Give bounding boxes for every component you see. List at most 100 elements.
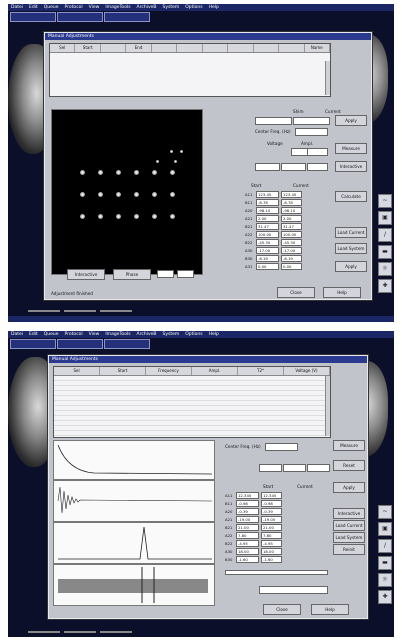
tool-icon[interactable]: ~ (378, 505, 392, 519)
column-header[interactable]: Frequency (146, 367, 192, 375)
parameter-current-value[interactable]: 100.00 (281, 231, 302, 238)
apply-shim-button[interactable]: Apply (335, 261, 367, 272)
range-field[interactable] (259, 464, 282, 472)
freq-field[interactable] (295, 128, 328, 136)
column-header[interactable]: Start (100, 367, 146, 375)
column-header[interactable] (152, 44, 178, 52)
tool-icon[interactable]: ~ (378, 194, 392, 208)
close-button[interactable]: Close (277, 287, 315, 298)
segment-tab[interactable] (57, 12, 103, 22)
menu-item[interactable]: View (89, 332, 100, 337)
menu-item[interactable]: ImageTools (105, 332, 130, 337)
parameter-current-value[interactable]: 0.00 (281, 263, 302, 270)
column-header[interactable]: End (126, 44, 152, 52)
apply-button[interactable]: Apply (333, 482, 365, 493)
load-system-button[interactable]: Load System (335, 243, 367, 254)
table-row[interactable] (54, 431, 330, 436)
column-header[interactable]: Sel (54, 367, 100, 375)
tool-icon[interactable]: ▣ (378, 522, 392, 536)
parameter-start-value[interactable]: 31.47 (256, 223, 279, 230)
parameter-start-value[interactable]: 100.00 (256, 231, 279, 238)
parameter-start-value[interactable]: -0.98 (236, 500, 259, 507)
slider-track[interactable] (225, 570, 328, 575)
parameter-start-value[interactable]: 21.00 (236, 524, 259, 531)
parameter-current-value[interactable]: 18.00 (261, 548, 282, 555)
close-button[interactable]: Close (263, 604, 301, 615)
menu-item[interactable]: Edit (29, 5, 38, 10)
menu-item[interactable]: Datei (11, 332, 23, 337)
menu-item[interactable]: View (89, 5, 100, 10)
voltage-field[interactable] (291, 148, 308, 156)
slice-field[interactable] (157, 270, 174, 278)
parameter-start-value[interactable]: -6.78 (256, 199, 279, 206)
tool-icon[interactable]: ▣ (378, 211, 392, 225)
interactive-view-button[interactable]: Interactive (67, 269, 105, 280)
menu-item[interactable]: Edit (29, 332, 38, 337)
parameter-start-value[interactable]: -6.19 (256, 255, 279, 262)
ampl-field[interactable] (307, 148, 328, 156)
taskbar-button[interactable] (28, 310, 60, 312)
table-scrollbar[interactable] (325, 61, 330, 95)
parameter-current-value[interactable]: -98.10 (281, 207, 302, 214)
parameter-current-value[interactable]: 12.345 (261, 492, 282, 499)
menu-item[interactable]: ArchiveB (137, 332, 157, 337)
parameter-current-value[interactable]: -0.39 (261, 508, 282, 515)
segment-tab[interactable] (10, 339, 56, 349)
tool-icon[interactable]: ▬ (378, 556, 392, 570)
column-header[interactable]: Voltage (V) (284, 367, 330, 375)
parameter-start-value[interactable]: 12.345 (236, 492, 259, 499)
parameter-current-value[interactable]: -6.78 (281, 199, 302, 206)
parameter-current-value[interactable]: -45.30 (281, 239, 302, 246)
range-field[interactable] (307, 464, 330, 472)
load-system-button[interactable]: Load System (333, 532, 365, 543)
parameter-start-value[interactable]: 7.80 (236, 532, 259, 539)
menu-item[interactable]: System (162, 5, 179, 10)
column-header[interactable]: Sel (50, 44, 76, 52)
parameter-start-value[interactable]: -0.39 (236, 508, 259, 515)
tool-icon[interactable]: ▬ (378, 245, 392, 259)
slice-field[interactable] (177, 270, 194, 278)
menu-item[interactable]: Options (185, 332, 202, 337)
column-header[interactable] (101, 44, 127, 52)
segment-tab[interactable] (57, 339, 103, 349)
menu-item[interactable]: Help (209, 5, 219, 10)
taskbar-button[interactable] (64, 310, 96, 312)
column-header[interactable] (254, 44, 280, 52)
parameter-start-value[interactable]: -17.00 (256, 247, 279, 254)
parameter-start-value[interactable]: -45.30 (256, 239, 279, 246)
column-header[interactable]: Name (305, 44, 330, 52)
help-button[interactable]: Help (311, 604, 349, 615)
menu-item[interactable]: Protocol (65, 332, 83, 337)
column-header[interactable]: Ampl. (192, 367, 238, 375)
tool-icon[interactable]: ✚ (378, 590, 392, 604)
column-header[interactable] (203, 44, 229, 52)
coil-select[interactable] (255, 163, 280, 171)
segment-tab[interactable] (104, 12, 150, 22)
calculate-button[interactable]: Calculate (335, 191, 367, 202)
phase-button[interactable]: Phase (113, 269, 151, 280)
parameter-start-value[interactable]: 123.45 (256, 191, 279, 198)
menu-item[interactable]: System (162, 332, 179, 337)
parameter-current-value[interactable]: 21.00 (261, 524, 282, 531)
parameter-current-value[interactable]: 2.00 (281, 215, 302, 222)
reinit-button[interactable]: Reinit (333, 544, 365, 555)
apply-button[interactable]: Apply (335, 115, 367, 126)
pen-icon[interactable]: / (378, 539, 392, 553)
menu-item[interactable]: ImageTools (105, 5, 130, 10)
segment-tab[interactable] (104, 339, 150, 349)
menu-item[interactable]: Protocol (65, 5, 83, 10)
parameter-current-value[interactable]: -0.98 (261, 500, 282, 507)
menu-item[interactable]: ArchiveB (137, 5, 157, 10)
parameter-start-value[interactable]: -19.00 (236, 516, 259, 523)
parameter-start-value[interactable]: 18.00 (236, 548, 259, 555)
measure-button[interactable]: Measure (333, 440, 365, 451)
parameter-current-value[interactable]: -4.95 (261, 540, 282, 547)
interactive-button[interactable]: Interactive (335, 161, 367, 172)
parameter-start-value[interactable]: 0.00 (256, 263, 279, 270)
parameter-current-value[interactable]: -1.60 (261, 556, 282, 563)
parameter-start-value[interactable]: -4.95 (236, 540, 259, 547)
menu-item[interactable]: Help (209, 332, 219, 337)
menu-item[interactable]: Queue (44, 5, 59, 10)
taskbar-button[interactable] (100, 631, 132, 633)
menu-item[interactable]: Options (185, 5, 202, 10)
